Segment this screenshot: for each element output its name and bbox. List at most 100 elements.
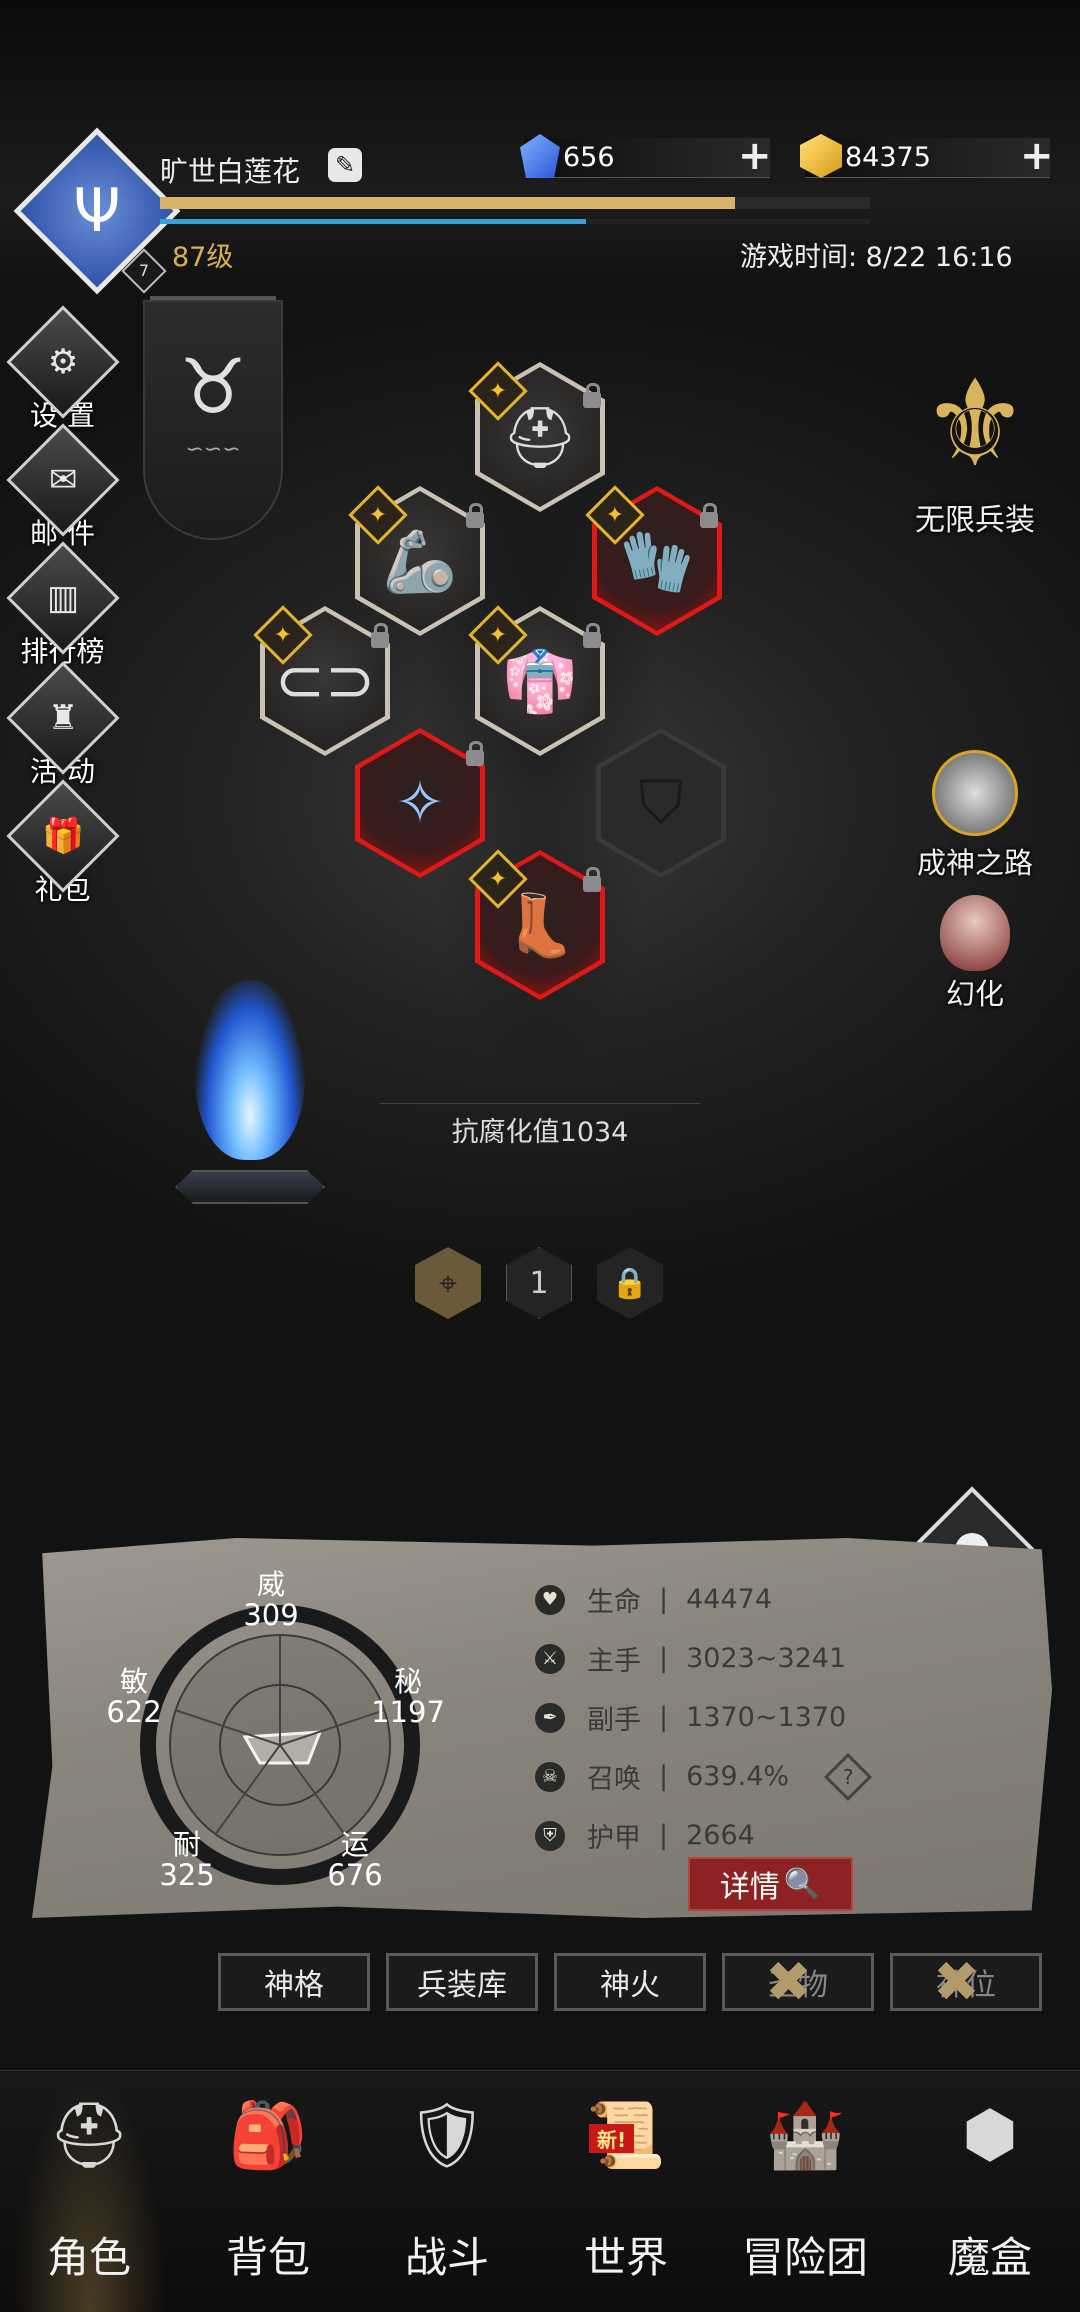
magnifier-icon: 🔍 xyxy=(783,1866,822,1902)
chain-lock-icon: ✖ xyxy=(765,1950,812,2015)
location-pin-icon: ⌖ xyxy=(438,1263,458,1302)
nav-world-label: 世界 xyxy=(583,2233,668,2282)
gift-button[interactable]: 🎁 礼包 xyxy=(5,779,120,908)
separator: | xyxy=(659,1761,669,1792)
hp-value: 44474 xyxy=(686,1584,773,1615)
event-button[interactable]: ♜ 活 动 xyxy=(5,661,120,790)
mail-button[interactable]: ✉ 邮 件 xyxy=(5,423,120,552)
lock-icon xyxy=(583,383,601,408)
sword-shield-icon: 🛡 xyxy=(406,2098,488,2173)
nav-battle[interactable]: 🛡 战斗 xyxy=(372,2080,522,2285)
page-number: 1 xyxy=(529,1265,549,1301)
armor-value: 2664 xyxy=(686,1820,755,1851)
hp-label: 生命 xyxy=(587,1587,641,1618)
tab-relic-locked[interactable]: 圣物 ✖ xyxy=(722,1950,874,2015)
blue-flame-icon xyxy=(195,980,305,1160)
armor-icon: ⛨ xyxy=(535,1820,565,1851)
boots-icon: 👢 xyxy=(502,890,578,961)
trident-emblem-icon: Ψ xyxy=(73,176,121,246)
stat-nai: 耐 325 xyxy=(137,1830,237,1892)
stat-yun-value: 676 xyxy=(327,1858,383,1892)
nav-character[interactable]: ⛑ 角色 xyxy=(14,2080,164,2285)
padlock-icon: 🔒 xyxy=(611,1265,649,1301)
witch-hat-icon: ⛑ xyxy=(501,402,579,473)
summon-help-button[interactable]: ? xyxy=(824,1752,873,1801)
nav-backpack-label: 背包 xyxy=(225,2233,310,2282)
guild-banner[interactable]: ♉ ∽∽∽ xyxy=(143,300,283,540)
stat-min-value: 622 xyxy=(106,1695,162,1729)
stat-row-main: ⚔ 主手 | 3023~3241 xyxy=(535,1639,846,1678)
lock-icon xyxy=(700,503,718,528)
stat-wei: 威 309 xyxy=(221,1568,321,1632)
heart-icon: ♥ xyxy=(535,1584,565,1615)
transform-label: 幻化 xyxy=(945,977,1004,1011)
page-number-button[interactable]: 1 xyxy=(506,1247,572,1319)
off-hand-value: 1370~1370 xyxy=(686,1702,847,1733)
nav-world[interactable]: 📜 新! 世界 xyxy=(551,2080,701,2285)
god-path-button[interactable]: 成神之路 xyxy=(890,750,1060,882)
nav-magic-box-label: 魔盒 xyxy=(947,2233,1032,2282)
tab-godfire[interactable]: 神火 xyxy=(554,1953,706,2011)
stat-nai-value: 325 xyxy=(159,1858,215,1892)
winged-sword-icon: ⚜ xyxy=(921,355,1029,494)
question-icon: ? xyxy=(842,1764,854,1789)
lock-icon xyxy=(466,503,484,528)
flame-pedestal xyxy=(175,1170,325,1204)
nav-backpack[interactable]: 🎒 背包 xyxy=(193,2080,343,2285)
stat-row-summon: ☠ 召唤 | 639.4% ? xyxy=(535,1752,873,1801)
stat-mi: 秘 1197 xyxy=(358,1667,458,1729)
backpack-icon: 🎒 xyxy=(228,2098,308,2173)
nav-battle-label: 战斗 xyxy=(404,2233,489,2282)
mask-icon xyxy=(940,895,1010,971)
gem-counter xyxy=(525,138,770,178)
gift-icon: 🎁 xyxy=(41,816,84,856)
nav-magic-box[interactable]: ⬢ 魔盒 xyxy=(915,2080,1065,2285)
banner-rod xyxy=(150,296,276,300)
soul-flame[interactable] xyxy=(175,980,325,1210)
shoulder-armor-icon: 🦾 xyxy=(382,526,458,597)
event-icon: ♜ xyxy=(47,697,78,738)
tab-armory-label: 兵装库 xyxy=(417,1968,507,2003)
tab-godseat-locked[interactable]: 神位 ✖ xyxy=(890,1950,1042,2015)
tab-divinity[interactable]: 神格 xyxy=(218,1953,370,2011)
demon-crest-icon: ♉ xyxy=(178,342,248,431)
stat-yun: 运 676 xyxy=(305,1830,405,1892)
stat-wei-value: 309 xyxy=(243,1598,299,1632)
player-name: 旷世白莲花 xyxy=(160,155,301,188)
infinite-arms-button[interactable]: ⚜ 无限兵装 xyxy=(880,355,1070,539)
castle-icon: 🏰 xyxy=(765,2098,845,2173)
robe-armor-icon: 👘 xyxy=(502,646,578,717)
nav-character-label: 角色 xyxy=(46,2233,131,2282)
scepter-icon: ✧ xyxy=(394,768,446,838)
edit-name-icon[interactable]: ✎ xyxy=(328,148,362,182)
tab-divinity-label: 神格 xyxy=(264,1968,324,2003)
infinite-arms-label: 无限兵装 xyxy=(915,503,1035,538)
helmet-icon: ⛑ xyxy=(48,2098,130,2173)
add-gems-button[interactable]: + xyxy=(738,136,772,176)
nav-adventure[interactable]: 🏰 冒险团 xyxy=(730,2080,880,2285)
dagger-icon: ✒ xyxy=(535,1702,565,1733)
gear-icon: ⚙ xyxy=(47,341,78,382)
stat-wei-label: 威 xyxy=(256,1568,285,1601)
ranking-button[interactable]: ▥ 排行榜 xyxy=(5,541,120,670)
stat-row-hp: ♥ 生命 | 44474 xyxy=(535,1580,772,1619)
nav-adventure-label: 冒险团 xyxy=(741,2233,868,2282)
new-badge: 新! xyxy=(589,2124,635,2153)
tab-armory[interactable]: 兵装库 xyxy=(386,1953,538,2011)
transform-button[interactable]: 幻化 xyxy=(905,895,1045,1013)
shield-icon: ⛉ xyxy=(638,768,684,838)
lock-icon xyxy=(466,741,484,766)
banner-ornament: ∽∽∽ xyxy=(185,437,241,462)
god-path-label: 成神之路 xyxy=(916,846,1033,880)
details-button[interactable]: 详情 🔍 xyxy=(688,1857,853,1911)
chain-lock-icon: ✖ xyxy=(933,1950,980,2015)
stat-row-off: ✒ 副手 | 1370~1370 xyxy=(535,1698,846,1737)
stat-mi-value: 1197 xyxy=(371,1695,445,1729)
skull-icon: ☠ xyxy=(535,1761,565,1792)
add-gold-button[interactable]: + xyxy=(1020,136,1054,176)
gold-amount: 84375 xyxy=(845,142,931,173)
locked-page-button[interactable]: 🔒 xyxy=(597,1247,663,1319)
separator: | xyxy=(659,1584,669,1615)
location-page-button[interactable]: ⌖ xyxy=(415,1247,481,1319)
settings-button[interactable]: ⚙ 设 置 xyxy=(5,305,120,434)
